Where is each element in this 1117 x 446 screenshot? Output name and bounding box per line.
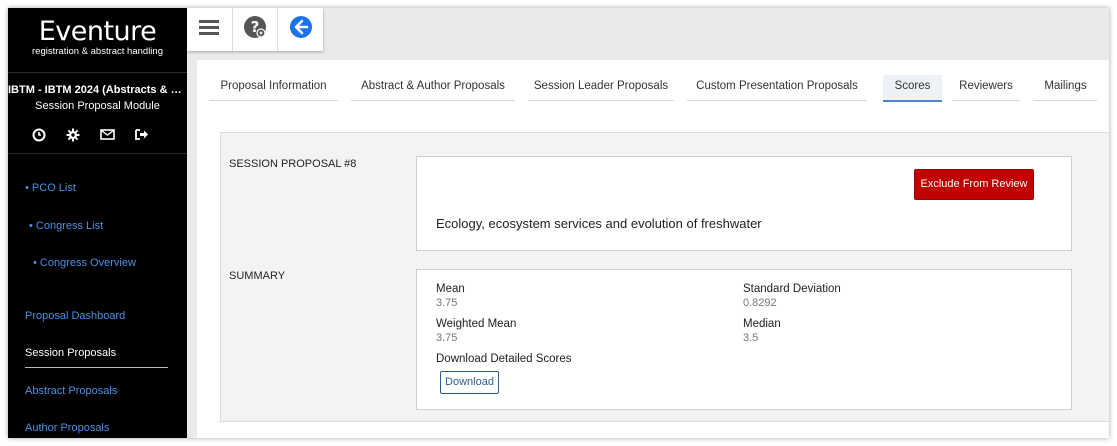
back-icon xyxy=(289,15,313,44)
median-value: 3.5 xyxy=(743,332,759,344)
nav-session-proposals[interactable]: Session Proposals xyxy=(25,347,116,359)
tab-mailings[interactable]: Mailings xyxy=(1034,75,1097,101)
mean-label: Mean xyxy=(436,283,465,295)
menu-button[interactable] xyxy=(187,8,232,51)
logo-name: Eventure xyxy=(38,16,157,47)
weighted-mean-value: 3.75 xyxy=(436,332,458,344)
mail-icon[interactable] xyxy=(100,128,115,142)
summary-box: Mean 3.75 Standard Deviation 0.8292 Weig… xyxy=(416,269,1072,410)
weighted-mean-label: Weighted Mean xyxy=(436,318,517,330)
proposal-title: Ecology, ecosystem services and evolutio… xyxy=(436,216,762,231)
nav-congress-overview[interactable]: • Congress Overview xyxy=(33,257,136,269)
help-button[interactable]: ? xyxy=(233,8,278,51)
active-nav-underline xyxy=(25,367,168,368)
tab-scores[interactable]: Scores xyxy=(883,75,942,102)
clock-icon[interactable] xyxy=(32,128,46,142)
download-scores-label: Download Detailed Scores xyxy=(436,353,572,365)
nav-proposal-dashboard[interactable]: Proposal Dashboard xyxy=(25,310,125,322)
session-proposal-label: SESSION PROPOSAL #8 xyxy=(229,158,357,170)
sidebar-icon-bar xyxy=(32,128,149,142)
tab-custom-presentation-proposals[interactable]: Custom Presentation Proposals xyxy=(687,75,867,101)
back-button[interactable] xyxy=(278,8,323,51)
std-dev-value: 0.8292 xyxy=(743,297,777,309)
summary-label: SUMMARY xyxy=(229,270,286,282)
median-label: Median xyxy=(743,318,781,330)
std-dev-label: Standard Deviation xyxy=(743,283,841,295)
scores-panel: SESSION PROPOSAL #8 Exclude From Review … xyxy=(220,132,1109,422)
top-toolbar: ? xyxy=(187,8,323,51)
sidebar-divider xyxy=(8,153,187,154)
tab-session-leader-proposals[interactable]: Session Leader Proposals xyxy=(528,75,674,101)
app-window: Eventure registration & abstract handlin… xyxy=(8,8,1109,438)
tab-reviewers[interactable]: Reviewers xyxy=(952,75,1020,101)
logo-tagline: registration & abstract handling xyxy=(32,46,163,57)
logo: Eventure registration & abstract handlin… xyxy=(8,16,187,57)
nav-pco-list[interactable]: • PCO List xyxy=(25,182,76,194)
menu-icon xyxy=(199,19,220,40)
download-button[interactable]: Download xyxy=(440,371,499,394)
event-title: IBTM - IBTM 2024 (Abstracts & Par... xyxy=(8,84,187,96)
nav-congress-list[interactable]: • Congress List xyxy=(29,220,103,232)
logout-icon[interactable] xyxy=(135,128,149,142)
nav-author-proposals[interactable]: Author Proposals xyxy=(25,422,109,434)
proposal-box: Exclude From Review Ecology, ecosystem s… xyxy=(416,156,1072,251)
exclude-from-review-button[interactable]: Exclude From Review xyxy=(914,169,1034,200)
tab-proposal-information[interactable]: Proposal Information xyxy=(209,75,338,101)
mean-value: 3.75 xyxy=(436,297,458,309)
tab-abstract-author-proposals[interactable]: Abstract & Author Proposals xyxy=(351,75,515,101)
main-content: Proposal Information Abstract & Author P… xyxy=(197,60,1109,438)
gear-icon[interactable] xyxy=(66,128,80,142)
sidebar: Eventure registration & abstract handlin… xyxy=(8,8,187,438)
sidebar-divider xyxy=(8,72,187,73)
help-icon: ? xyxy=(243,15,267,44)
module-title: Session Proposal Module xyxy=(35,100,160,112)
nav-abstract-proposals[interactable]: Abstract Proposals xyxy=(25,385,117,397)
